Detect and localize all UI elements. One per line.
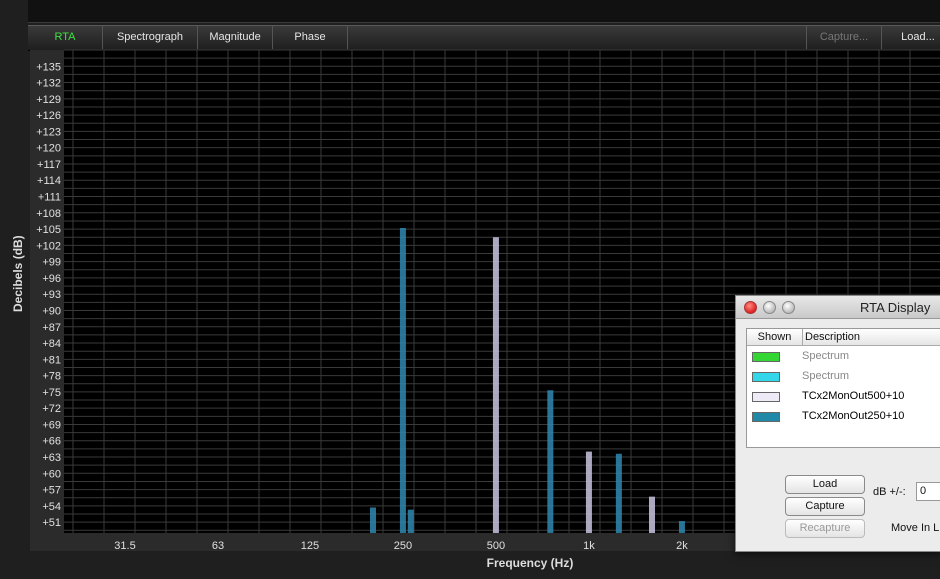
y-tick-label: +102 [36, 240, 61, 252]
item-description: TCx2MonOut500+10 [802, 390, 905, 402]
item-description: Spectrum [802, 370, 850, 382]
item-description: TCx2MonOut250+10 [802, 410, 905, 422]
bar [369, 507, 376, 533]
y-tick-label: +81 [42, 354, 61, 366]
y-tick-label: +78 [42, 371, 61, 383]
color-swatch[interactable] [752, 352, 780, 362]
close-icon[interactable] [744, 301, 757, 314]
list-header: Shown Description [747, 329, 940, 346]
y-tick-label: +129 [36, 94, 61, 106]
y-tick-label: +120 [36, 143, 61, 155]
curve-list[interactable]: Shown Description Spectrum Spectrum TCx2… [746, 328, 940, 448]
y-tick-label: +51 [42, 517, 61, 529]
db-offset-input[interactable]: 0 [916, 482, 940, 501]
y-tick-label: +96 [42, 273, 61, 285]
y-tick-label: +123 [36, 126, 61, 138]
window-title-bar[interactable]: RTA Display [736, 296, 940, 319]
x-tick-label: 500 [487, 540, 505, 552]
y-tick-label: +69 [42, 419, 61, 431]
rta-display-window: RTA Display Shown Description Spectrum S… [735, 295, 940, 552]
bar [648, 496, 655, 533]
bar [678, 521, 685, 533]
x-tick-label: 250 [394, 540, 412, 552]
y-tick-label: +84 [42, 338, 61, 350]
color-swatch[interactable] [752, 372, 780, 382]
bar [547, 390, 554, 533]
item-description: Spectrum [802, 350, 850, 362]
load-curve-button[interactable]: Load [785, 475, 865, 494]
y-tick-label: +90 [42, 305, 61, 317]
y-tick-label: +135 [36, 61, 61, 73]
minimize-icon[interactable] [763, 301, 776, 314]
y-tick-label: +63 [42, 452, 61, 464]
column-description[interactable]: Description [805, 329, 860, 345]
y-tick-label: +75 [42, 387, 61, 399]
x-tick-label: 31.5 [114, 540, 135, 552]
x-axis-label: Frequency (Hz) [486, 556, 574, 570]
y-tick-label: +93 [42, 289, 61, 301]
x-tick-label: 63 [212, 540, 224, 552]
bar [615, 453, 622, 533]
bar [399, 228, 406, 533]
y-tick-label: +60 [42, 468, 61, 480]
bar [585, 451, 592, 533]
y-tick-label: +108 [36, 208, 61, 220]
y-tick-label: +66 [42, 436, 61, 448]
column-shown[interactable]: Shown [747, 329, 803, 345]
bar [492, 237, 499, 533]
y-tick-label: +132 [36, 78, 61, 90]
y-tick-label: +54 [42, 501, 61, 513]
x-tick-label: 1k [583, 540, 595, 552]
list-item[interactable]: Spectrum [747, 366, 940, 386]
bar [407, 509, 414, 533]
db-offset-label: dB +/-: [873, 486, 906, 498]
y-tick-label: +111 [38, 192, 61, 204]
y-tick-label: +72 [42, 403, 61, 415]
y-tick-label: +87 [42, 322, 61, 334]
color-swatch[interactable] [752, 412, 780, 422]
y-tick-label: +99 [42, 257, 61, 269]
list-item[interactable]: Spectrum [747, 346, 940, 366]
y-tick-label: +57 [42, 485, 61, 497]
list-item[interactable]: TCx2MonOut500+10 [747, 386, 940, 406]
x-tick-label: 125 [301, 540, 319, 552]
capture-curve-button[interactable]: Capture [785, 497, 865, 516]
recapture-button[interactable]: Recapture [785, 519, 865, 538]
move-in-label: Move In L [891, 522, 940, 534]
y-axis-label: Decibels (dB) [11, 235, 25, 312]
y-tick-label: +117 [37, 159, 61, 171]
y-tick-label: +105 [36, 224, 61, 236]
window-title: RTA Display [860, 300, 931, 315]
x-tick-label: 2k [676, 540, 688, 552]
y-tick-label: +114 [37, 175, 61, 187]
y-tick-label: +126 [36, 110, 61, 122]
zoom-icon[interactable] [782, 301, 795, 314]
list-item[interactable]: TCx2MonOut250+10 [747, 406, 940, 426]
color-swatch[interactable] [752, 392, 780, 402]
